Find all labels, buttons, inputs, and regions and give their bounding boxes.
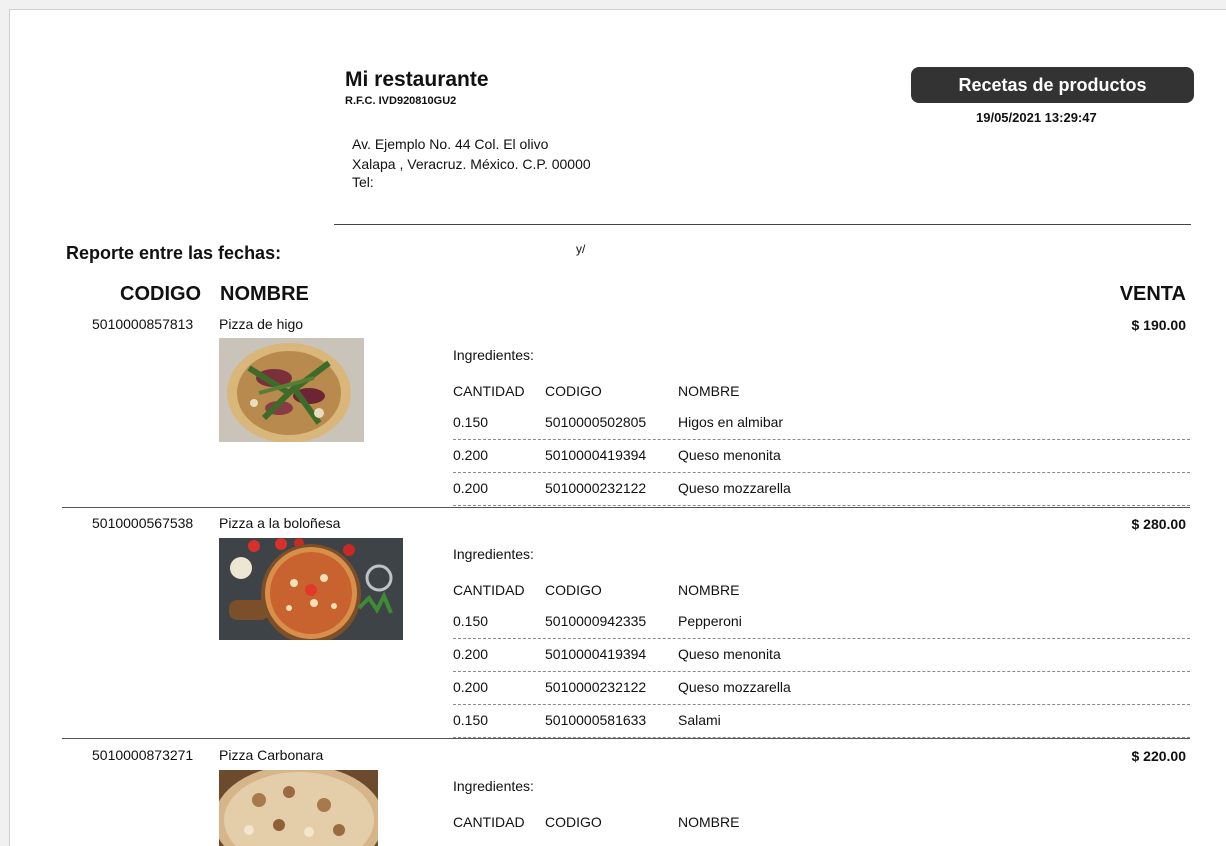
ingredient-quantity: 0.200	[453, 447, 489, 463]
ingredient-header-name: NOMBRE	[678, 814, 740, 830]
header-divider	[334, 224, 1191, 225]
column-header-name: NOMBRE	[220, 283, 309, 305]
company-rfc: R.F.C. IVD920810GU2	[345, 95, 457, 107]
ingredient-quantity: 0.150	[453, 414, 489, 430]
product-divider	[62, 738, 1190, 739]
product-photo	[219, 338, 364, 442]
product-code: 5010000857813	[92, 316, 194, 332]
ingredient-quantity: 0.150	[453, 712, 489, 728]
company-name: Mi restaurante	[345, 68, 489, 91]
ingredients-label: Ingredientes:	[453, 778, 534, 794]
ingredient-name: Queso menonita	[678, 447, 781, 463]
date-separator: y/	[576, 242, 586, 256]
company-address-line2: Xalapa , Veracruz. México. C.P. 00000	[352, 156, 591, 172]
ingredient-code: 5010000419394	[545, 646, 647, 662]
product-price: $ 220.00	[1131, 748, 1187, 764]
ingredient-code: 5010000232122	[545, 679, 647, 695]
ingredient-header-code: CODIGO	[545, 383, 602, 399]
ingredient-row: 0.200 5010000419394 Queso menonita	[453, 440, 1190, 473]
ingredient-name: Pepperoni	[678, 613, 742, 629]
report-page: Mi restaurante R.F.C. IVD920810GU2 Av. E…	[9, 9, 1226, 846]
product-code: 5010000567538	[92, 515, 194, 531]
ingredient-name: Queso menonita	[678, 646, 781, 662]
product-price: $ 190.00	[1131, 317, 1187, 333]
ingredient-name: Salami	[678, 712, 721, 728]
ingredient-row: 0.150 5010000502805 Higos en almibar	[453, 407, 1190, 440]
ingredient-row: 0.200 5010000419394 Queso menonita	[453, 639, 1190, 672]
ingredient-code: 5010000502805	[545, 414, 647, 430]
product-code: 5010000873271	[92, 747, 194, 763]
date-range-label: Reporte entre las fechas:	[66, 243, 282, 263]
product-name: Pizza Carbonara	[219, 747, 324, 763]
ingredient-header-code: CODIGO	[545, 814, 602, 830]
ingredient-code: 5010000419394	[545, 447, 647, 463]
product-price: $ 280.00	[1131, 516, 1187, 532]
product-name: Pizza de higo	[219, 316, 304, 332]
ingredient-code: 5010000942335	[545, 613, 647, 629]
company-address-line1: Av. Ejemplo No. 44 Col. El olivo	[352, 136, 549, 152]
ingredient-name: Higos en almibar	[678, 414, 784, 430]
column-header-code: CODIGO	[120, 283, 202, 305]
ingredient-row: 0.200 5010000232122 Queso mozzarella	[453, 473, 1190, 506]
ingredient-quantity: 0.150	[453, 613, 489, 629]
column-header-sale: VENTA	[1119, 283, 1186, 305]
report-title: Recetas de productos	[911, 67, 1194, 103]
ingredient-name: Queso mozzarella	[678, 480, 791, 496]
ingredient-header-quantity: CANTIDAD	[453, 582, 525, 598]
ingredient-quantity: 0.200	[453, 480, 489, 496]
report-datetime: 19/05/2021 13:29:47	[976, 110, 1097, 125]
ingredient-header-quantity: CANTIDAD	[453, 383, 525, 399]
ingredient-row: 0.200 5010000232122 Queso mozzarella	[453, 672, 1190, 705]
product-photo	[219, 538, 403, 640]
ingredient-quantity: 0.200	[453, 679, 489, 695]
ingredient-header-quantity: CANTIDAD	[453, 814, 525, 830]
product-name: Pizza a la boloñesa	[219, 515, 341, 531]
company-address-line3: Tel:	[352, 174, 374, 190]
product-divider	[62, 507, 1190, 508]
ingredient-code: 5010000581633	[545, 712, 647, 728]
ingredient-header-code: CODIGO	[545, 582, 602, 598]
ingredient-header-name: NOMBRE	[678, 383, 740, 399]
ingredient-quantity: 0.200	[453, 646, 489, 662]
ingredients-label: Ingredientes:	[453, 347, 534, 363]
ingredient-header-name: NOMBRE	[678, 582, 740, 598]
ingredient-row: 0.150 5010000942335 Pepperoni	[453, 606, 1190, 639]
ingredient-code: 5010000232122	[545, 480, 647, 496]
ingredient-name: Queso mozzarella	[678, 679, 791, 695]
ingredients-label: Ingredientes:	[453, 546, 534, 562]
ingredient-row: 0.150 5010000581633 Salami	[453, 705, 1190, 738]
product-photo	[219, 770, 378, 846]
